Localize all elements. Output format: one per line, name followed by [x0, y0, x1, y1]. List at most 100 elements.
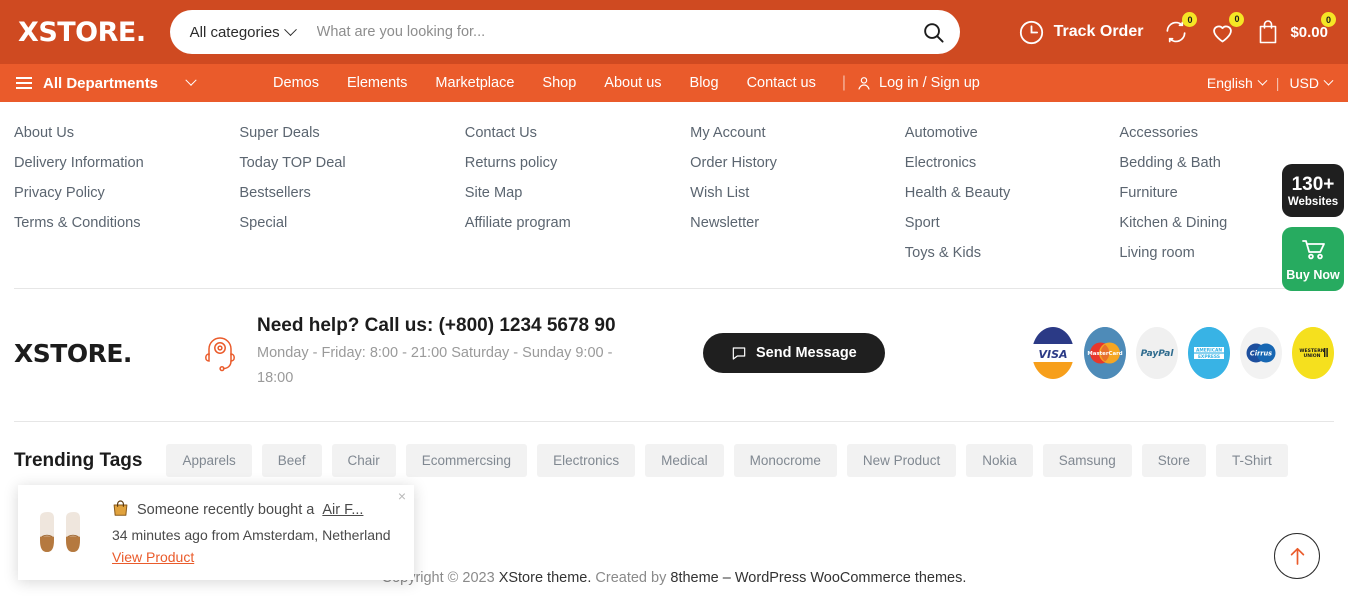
footer-link[interactable]: My Account	[690, 118, 905, 148]
track-order-button[interactable]: Track Order	[1018, 19, 1144, 46]
footer-link[interactable]: Affiliate program	[465, 208, 690, 238]
footer-link[interactable]: Bestsellers	[239, 178, 464, 208]
copyright-brand: XStore theme.	[498, 570, 592, 586]
nav-item-elements[interactable]: Elements	[347, 75, 407, 91]
footer-column-information: About Us Delivery Information Privacy Po…	[14, 118, 239, 268]
tag-item[interactable]: Chair	[331, 444, 396, 477]
scroll-to-top-button[interactable]	[1274, 533, 1320, 579]
search-button[interactable]	[908, 10, 960, 54]
side-badges: 130+ Websites Buy Now	[1282, 164, 1344, 291]
tag-item[interactable]: New Product	[846, 444, 957, 477]
footer-link[interactable]: Automotive	[905, 118, 1120, 148]
buy-now-button[interactable]: Buy Now	[1282, 227, 1344, 291]
all-departments-label: All Departments	[43, 74, 159, 92]
cart-button[interactable]: 0 $0.00	[1256, 12, 1336, 45]
main-navigation-bar: All Departments Demos Elements Marketpla…	[0, 64, 1348, 102]
footer-column-deals: Super Deals Today TOP Deal Bestsellers S…	[239, 118, 464, 268]
footer-logo[interactable]: XSTORE.	[14, 339, 199, 368]
footer-link[interactable]: Privacy Policy	[14, 178, 239, 208]
tag-item[interactable]: Samsung	[1042, 444, 1132, 477]
footer-link[interactable]: Health & Beauty	[905, 178, 1120, 208]
websites-label: Websites	[1287, 196, 1339, 208]
svg-text:AMERICAN: AMERICAN	[1196, 347, 1222, 353]
footer-link[interactable]: Order History	[690, 148, 905, 178]
view-product-link[interactable]: View Product	[112, 549, 194, 565]
footer-link[interactable]: Site Map	[465, 178, 690, 208]
tag-item[interactable]: Ecommercsing	[405, 444, 528, 477]
nav-item-contact-us[interactable]: Contact us	[747, 75, 816, 91]
websites-count-badge[interactable]: 130+ Websites	[1282, 164, 1344, 217]
american-express-icon: AMERICAN EXPRESS	[1188, 327, 1230, 379]
tag-item[interactable]: Medical	[645, 444, 724, 477]
tag-item[interactable]: Electronics	[537, 444, 636, 477]
login-signup-button[interactable]: Log in / Sign up	[856, 75, 980, 91]
svg-text:MasterCard: MasterCard	[1087, 351, 1122, 357]
site-logo[interactable]: XSTORE.	[18, 17, 146, 48]
footer-link[interactable]: Wish List	[690, 178, 905, 208]
wishlist-count-badge: 0	[1229, 11, 1245, 27]
tag-item[interactable]: Apparels	[166, 444, 252, 477]
currency-switcher[interactable]: USD	[1289, 75, 1334, 91]
header-actions: Track Order 0 0 0 $0.00	[1018, 11, 1336, 46]
compare-count-badge: 0	[1182, 12, 1198, 27]
headset-support-icon	[199, 329, 241, 378]
footer-link[interactable]: Electronics	[905, 148, 1120, 178]
send-message-button[interactable]: Send Message	[703, 333, 885, 373]
shopping-bag-icon	[1260, 20, 1277, 44]
popup-content: Someone recently bought a Air F... 34 mi…	[112, 499, 404, 567]
nav-item-about-us[interactable]: About us	[604, 75, 661, 91]
compare-button[interactable]: 0	[1163, 12, 1198, 45]
close-icon[interactable]: ×	[398, 488, 406, 504]
footer-link[interactable]: Today TOP Deal	[239, 148, 464, 178]
nav-item-shop[interactable]: Shop	[542, 75, 576, 91]
product-thumbnail[interactable]	[28, 495, 98, 570]
svg-text:VISA: VISA	[1038, 348, 1067, 361]
all-departments-button[interactable]: All Departments	[16, 74, 197, 92]
svg-text:UNION: UNION	[1303, 353, 1320, 359]
footer-link[interactable]: Accessories	[1119, 118, 1334, 148]
nav-item-demos[interactable]: Demos	[273, 75, 319, 91]
chevron-down-icon	[185, 74, 197, 86]
footer-link[interactable]: Super Deals	[239, 118, 464, 148]
footer-link[interactable]: Sport	[905, 208, 1120, 238]
nav-item-blog[interactable]: Blog	[690, 75, 719, 91]
login-signup-label: Log in / Sign up	[879, 75, 980, 91]
tag-item[interactable]: Nokia	[966, 444, 1033, 477]
nav-account-area: | Log in / Sign up	[842, 74, 980, 92]
tag-item[interactable]: Store	[1141, 444, 1207, 477]
footer-link[interactable]: Newsletter	[690, 208, 905, 238]
language-switcher[interactable]: English	[1206, 75, 1268, 91]
category-select[interactable]: All categories	[190, 22, 297, 41]
footer-column-account: My Account Order History Wish List Newsl…	[690, 118, 905, 268]
paypal-icon: PayPal	[1136, 327, 1178, 379]
cart-icon	[1302, 240, 1325, 260]
nav-item-marketplace[interactable]: Marketplace	[435, 75, 514, 91]
footer-link[interactable]: Delivery Information	[14, 148, 239, 178]
chevron-down-icon	[283, 22, 297, 36]
footer-column-categories-1: Automotive Electronics Health & Beauty S…	[905, 118, 1120, 268]
track-order-label: Track Order	[1053, 23, 1144, 40]
footer-link[interactable]: Returns policy	[465, 148, 690, 178]
send-message-label: Send Message	[756, 345, 857, 361]
shopping-bag-emoji-icon	[112, 499, 129, 521]
footer-link[interactable]: Toys & Kids	[905, 238, 1120, 268]
currency-label: USD	[1289, 75, 1319, 91]
message-icon	[732, 347, 746, 360]
tag-item[interactable]: Beef	[261, 444, 322, 477]
footer-link[interactable]: Terms & Conditions	[14, 208, 239, 238]
trending-tags-section: Trending Tags Apparels Beef Chair Ecomme…	[0, 422, 1348, 477]
user-icon	[858, 77, 870, 90]
popup-message-prefix: Someone recently bought a	[137, 501, 315, 518]
footer-link[interactable]: Special	[239, 208, 464, 238]
tag-item[interactable]: T-Shirt	[1216, 444, 1288, 477]
wishlist-button[interactable]: 0	[1209, 11, 1245, 46]
call-hours: Monday - Friday: 8:00 - 21:00 Saturday -…	[257, 345, 613, 386]
payment-methods: VISA MasterCard PayPal AMERICAN EXPRESS …	[1032, 327, 1334, 379]
search-input[interactable]	[316, 10, 908, 54]
popup-product-link[interactable]: Air F...	[322, 502, 363, 518]
copyright-author-link[interactable]: 8theme	[670, 570, 718, 586]
tag-item[interactable]: Monocrome	[733, 444, 837, 477]
footer-link[interactable]: Contact Us	[465, 118, 690, 148]
language-label: English	[1206, 75, 1253, 91]
footer-link[interactable]: About Us	[14, 118, 239, 148]
